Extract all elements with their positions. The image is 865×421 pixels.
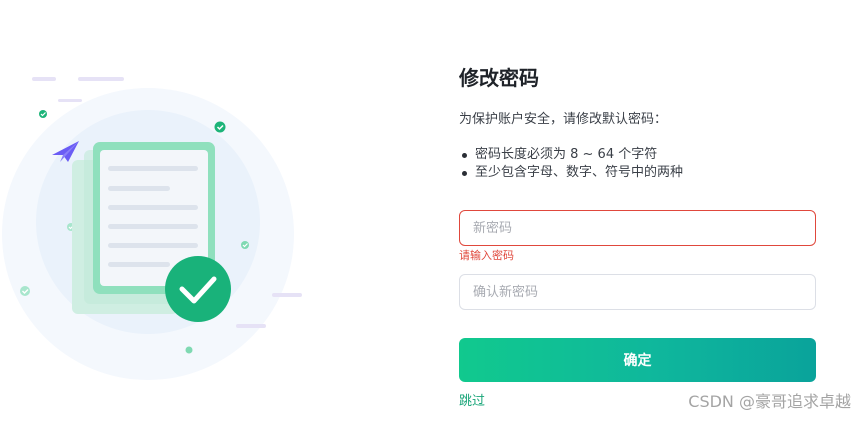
confirm-password-input[interactable] — [459, 274, 816, 310]
password-rule-item: 至少包含字母、数字、符号中的两种 — [459, 164, 816, 182]
form-description: 为保护账户安全，请修改默认密码： — [459, 112, 668, 127]
small-check-icon — [39, 110, 47, 118]
illustration-graphic — [2, 77, 302, 380]
small-check-icon — [185, 346, 193, 354]
password-rules-list: 密码长度必须为 8 ~ 64 个字符 至少包含字母、数字、符号中的两种 — [459, 146, 816, 182]
small-check-icon — [214, 121, 226, 133]
password-rule-item: 密码长度必须为 8 ~ 64 个字符 — [459, 146, 816, 164]
page-title: 修改密码 — [459, 66, 539, 90]
watermark: CSDN @豪哥追求卓越 — [688, 392, 851, 411]
new-password-input[interactable] — [459, 210, 816, 246]
small-check-icon — [241, 241, 249, 249]
confirm-button[interactable]: 确定 — [459, 338, 816, 382]
skip-link[interactable]: 跳过 — [459, 393, 485, 411]
document-checkmark-illustration — [0, 0, 330, 421]
change-password-form: 修改密码 为保护账户安全，请修改默认密码： 密码长度必须为 8 ~ 64 个字符… — [459, 62, 816, 409]
check-circle-icon — [165, 256, 231, 322]
small-check-icon — [20, 286, 30, 296]
new-password-error: 请输入密码 — [459, 249, 514, 262]
change-password-page: 修改密码 为保护账户安全，请修改默认密码： 密码长度必须为 8 ~ 64 个字符… — [0, 0, 865, 421]
